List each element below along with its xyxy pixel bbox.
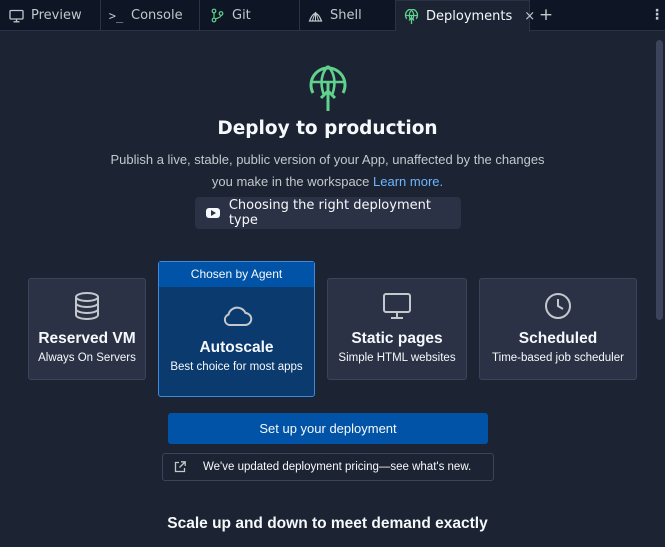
close-tab-icon[interactable]: × [524,9,535,24]
tab-label: Preview [31,8,82,23]
deployments-pane: Deploy to production Publish a live, sta… [0,32,665,547]
tab-label: Deployments [426,9,513,24]
page-title: Deploy to production [217,118,438,139]
tab-preview[interactable]: Preview [0,0,101,31]
card-title: Reserved VM [38,330,136,347]
card-title: Scheduled [518,330,598,347]
deployment-card-autoscale[interactable]: Chosen by Agent Autoscale Best choice fo… [158,261,315,397]
deployment-card-static-pages[interactable]: Static pages Simple HTML websites [327,278,467,380]
clock-icon [543,291,573,325]
chosen-by-agent-badge: Chosen by Agent [159,262,314,287]
tab-deployments[interactable]: Deployments × [396,0,535,32]
database-icon [72,291,102,325]
tab-label: Console [131,8,183,23]
scrollbar[interactable] [656,40,663,320]
card-description: Simple HTML websites [338,352,456,364]
more-options-icon[interactable]: ⋮ [650,6,664,24]
youtube-icon [206,208,220,218]
monitor-icon [8,8,24,24]
monitor-icon [381,291,413,325]
external-link-icon [173,460,187,474]
card-title: Autoscale [199,339,274,356]
card-title: Static pages [351,330,443,347]
learn-more-link[interactable]: Learn more. [373,174,443,189]
tab-label: Git [232,8,251,23]
pricing-update-link[interactable]: We've updated deployment pricing—see wha… [162,453,494,481]
cloud-icon [221,303,253,333]
add-tab-button[interactable]: + [538,6,554,24]
deployment-type-video-button[interactable]: Choosing the right deployment type [195,197,461,229]
tab-bar: Preview >_ Console Git Shell Deployments… [0,0,665,32]
card-description: Best choice for most apps [170,361,303,373]
shell-icon [307,8,323,24]
page-description: Publish a live, stable, public version o… [100,149,555,193]
tab-shell[interactable]: Shell [300,0,396,31]
deployment-card-reserved-vm[interactable]: Reserved VM Always On Servers [28,278,146,380]
setup-deployment-button[interactable]: Set up your deployment [168,413,488,444]
terminal-icon: >_ [108,8,124,23]
pricing-notice-text: We've updated deployment pricing—see wha… [203,461,472,473]
deployment-card-scheduled[interactable]: Scheduled Time-based job scheduler [479,278,637,380]
git-branch-icon [209,8,225,24]
tab-console[interactable]: >_ Console [101,0,200,31]
deploy-globe-icon [306,63,350,113]
section-subheading: Scale up and down to meet demand exactly [167,515,488,532]
description-text: Publish a live, stable, public version o… [110,152,545,189]
tab-git[interactable]: Git [200,0,300,31]
deploy-globe-icon [404,8,419,25]
tab-label: Shell [330,8,362,23]
video-button-label: Choosing the right deployment type [228,198,431,228]
card-description: Always On Servers [38,352,136,364]
card-description: Time-based job scheduler [492,352,624,364]
